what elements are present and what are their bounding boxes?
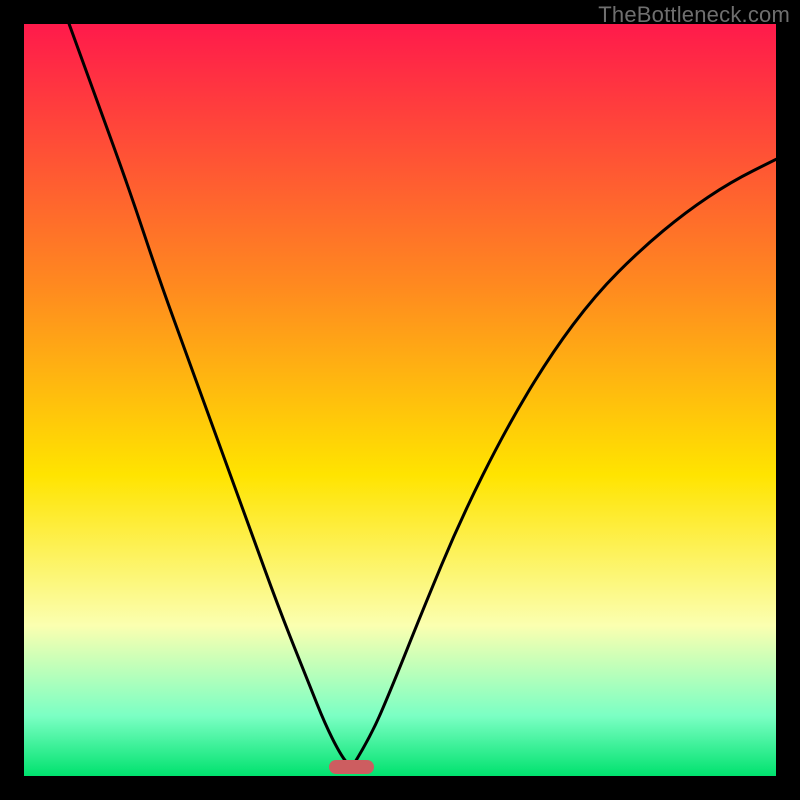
minimum-marker <box>329 760 374 774</box>
bottleneck-chart <box>24 24 776 776</box>
chart-frame <box>24 24 776 776</box>
